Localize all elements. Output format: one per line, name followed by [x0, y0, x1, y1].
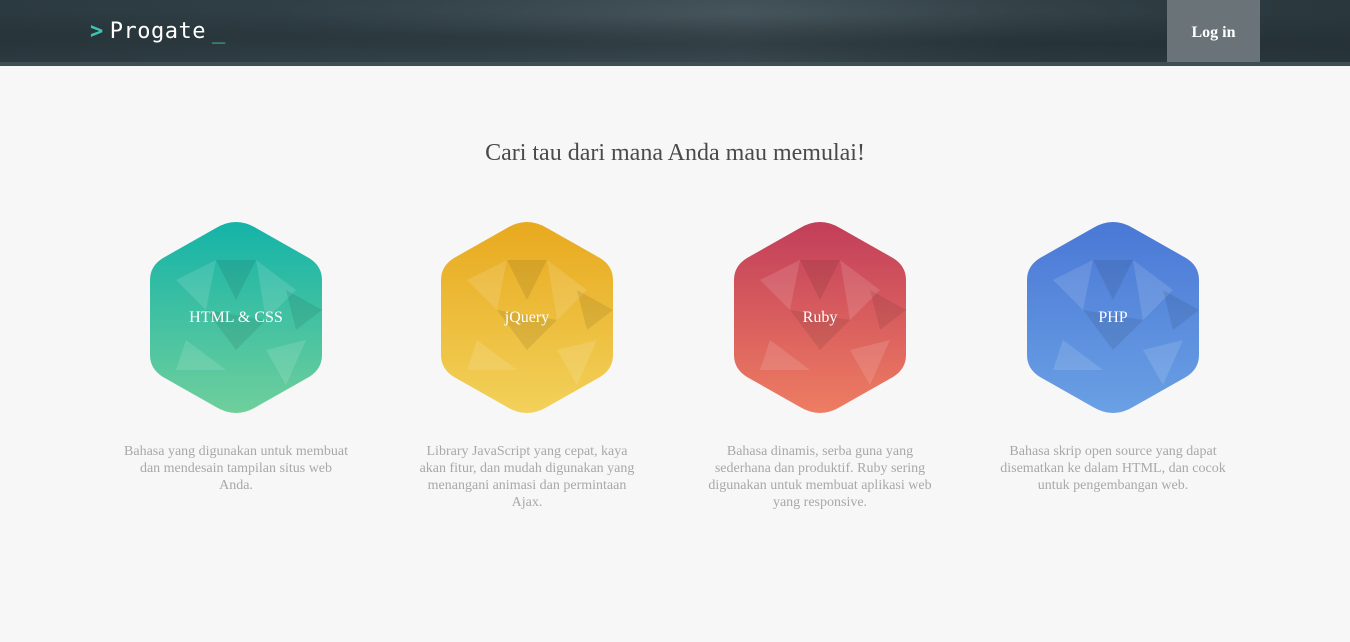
course-label-ruby: Ruby — [802, 308, 838, 326]
logo-chevron-icon: > — [90, 18, 104, 44]
course-card-jquery: jQuery Library JavaScript yang cepat, ka… — [407, 220, 647, 511]
course-description-ruby: Bahasa dinamis, serba guna yang sederhan… — [708, 444, 932, 510]
course-label-html-css: HTML & CSS — [189, 308, 283, 326]
page-title: Cari tau dari mana Anda mau memulai! — [485, 140, 865, 166]
course-description-jquery: Library JavaScript yang cepat, kaya akan… — [419, 444, 635, 510]
course-card-php: PHP Bahasa skrip open source yang dapat … — [993, 220, 1233, 494]
logo-text: Progate — [109, 18, 206, 44]
course-hexagon-html-css[interactable]: HTML & CSS — [146, 220, 326, 415]
logo-cursor-icon: _ — [211, 18, 226, 44]
course-hexagon-php[interactable]: PHP — [1023, 220, 1203, 415]
top-navbar: > Progate _ Log in — [0, 0, 1350, 66]
course-card-ruby: Ruby Bahasa dinamis, serba guna yang sed… — [700, 220, 940, 511]
login-button[interactable]: Log in — [1167, 0, 1260, 62]
course-label-php: PHP — [1098, 308, 1128, 326]
course-description-php: Bahasa skrip open source yang dapat dise… — [1000, 444, 1226, 493]
course-card-html-css: HTML & CSS Bahasa yang digunakan untuk m… — [116, 220, 356, 494]
progate-logo[interactable]: > Progate _ — [90, 16, 226, 46]
course-description-html-css: Bahasa yang digunakan untuk membuat dan … — [124, 444, 348, 493]
course-label-jquery: jQuery — [504, 308, 550, 326]
course-hexagon-ruby[interactable]: Ruby — [730, 220, 910, 415]
course-hexagon-jquery[interactable]: jQuery — [437, 220, 617, 415]
